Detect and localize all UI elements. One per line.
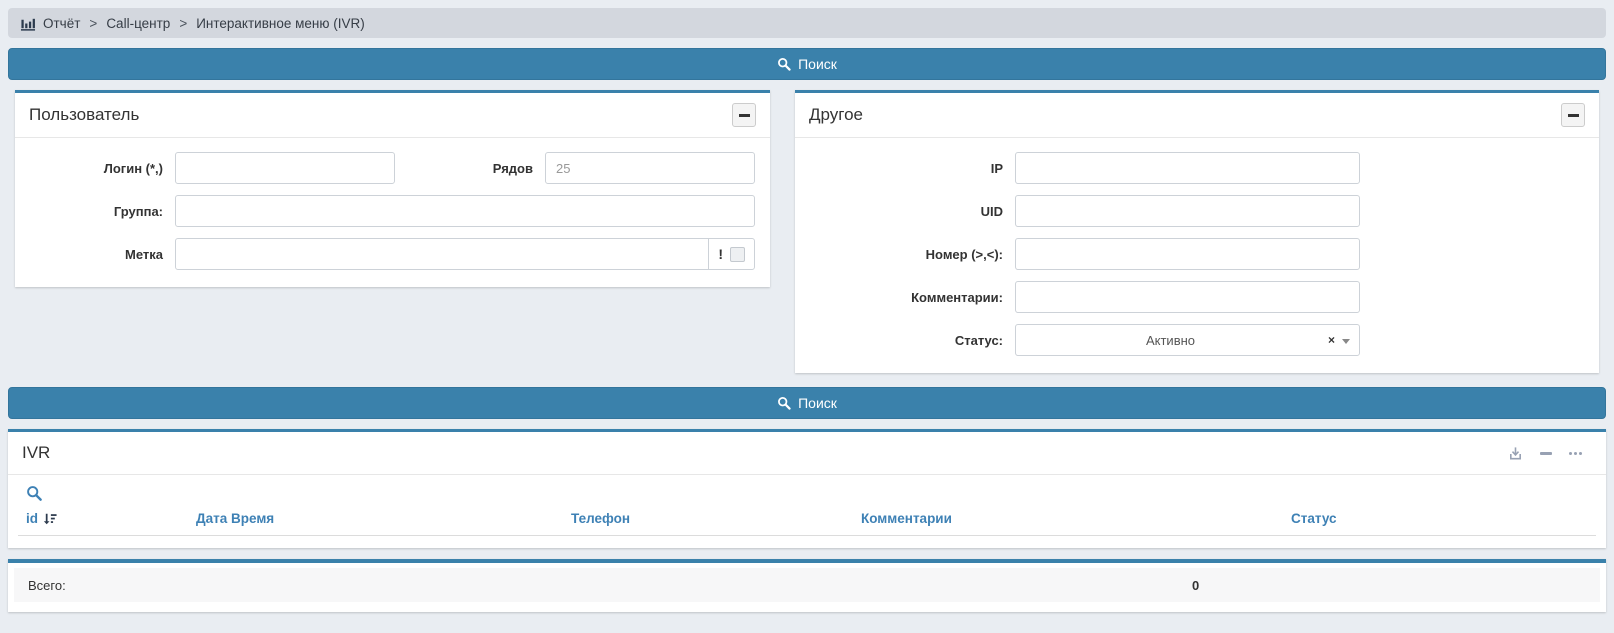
- clear-icon[interactable]: ×: [1325, 333, 1338, 347]
- column-header-datetime[interactable]: Дата Время: [188, 506, 563, 536]
- column-header-label: Комментарии: [861, 511, 952, 526]
- minus-icon: [1540, 452, 1552, 455]
- login-label: Логин (*,): [30, 161, 175, 176]
- user-panel-collapse-button[interactable]: [732, 103, 756, 127]
- ivr-panel: IVR: [8, 429, 1606, 548]
- breadcrumb: Отчёт > Call-центр > Интерактивное меню …: [8, 8, 1606, 38]
- login-row: Логин (*,) Рядов: [30, 152, 755, 184]
- export-button[interactable]: [1508, 446, 1523, 461]
- search-button-label: Поиск: [798, 395, 837, 411]
- column-header-label: id: [26, 511, 38, 526]
- tag-input-group: !: [175, 238, 755, 270]
- minus-icon: [739, 114, 750, 117]
- sort-icon: [43, 512, 57, 526]
- breadcrumb-item-report[interactable]: Отчёт: [43, 16, 80, 31]
- tag-input[interactable]: [176, 239, 708, 269]
- table-empty-body: [18, 536, 1596, 548]
- comments-label: Комментарии:: [810, 290, 1015, 305]
- login-input[interactable]: [175, 152, 395, 184]
- minus-icon: [1568, 114, 1579, 117]
- search-icon: [777, 57, 791, 71]
- comments-input[interactable]: [1015, 281, 1360, 313]
- tag-label: Метка: [30, 247, 175, 262]
- column-header-comments[interactable]: Комментарии: [853, 506, 1283, 536]
- breadcrumb-item-ivr[interactable]: Интерактивное меню (IVR): [196, 16, 365, 31]
- user-panel-header: Пользователь: [15, 93, 770, 138]
- group-input[interactable]: [175, 195, 755, 227]
- other-panel-title: Другое: [809, 105, 863, 125]
- search-button-top[interactable]: Поиск: [8, 48, 1606, 80]
- breadcrumb-item-callcenter[interactable]: Call-центр: [106, 16, 170, 31]
- column-header-label: Дата Время: [196, 511, 274, 526]
- column-header-id[interactable]: id: [18, 506, 188, 536]
- tag-exclude-checkbox[interactable]: [730, 247, 745, 262]
- uid-input[interactable]: [1015, 195, 1360, 227]
- other-panel-header: Другое: [795, 93, 1599, 138]
- ivr-panel-collapse-button[interactable]: [1540, 452, 1552, 455]
- other-panel-body: IP UID Номер (>,<): Комментарии: Статус:: [795, 138, 1599, 373]
- number-row: Номер (>,<):: [810, 238, 1584, 270]
- column-header-status[interactable]: Статус: [1283, 506, 1596, 536]
- group-row: Группа:: [30, 195, 755, 227]
- ellipsis-icon: [1569, 452, 1582, 455]
- bar-chart-icon: [20, 16, 36, 31]
- ivr-panel-tools: [1508, 446, 1592, 461]
- chevron-down-icon: [1342, 339, 1350, 344]
- totals-panel: Всего: 0: [8, 559, 1606, 612]
- totals-row: Всего: 0: [14, 568, 1600, 602]
- ivr-panel-body: id: [8, 475, 1606, 548]
- comments-row: Комментарии:: [810, 281, 1584, 313]
- search-button-label: Поиск: [798, 56, 837, 72]
- ip-row: IP: [810, 152, 1584, 184]
- search-button-bottom[interactable]: Поиск: [8, 387, 1606, 419]
- column-header-phone[interactable]: Телефон: [563, 506, 853, 536]
- other-panel-collapse-button[interactable]: [1561, 103, 1585, 127]
- number-label: Номер (>,<):: [810, 247, 1015, 262]
- user-panel-title: Пользователь: [29, 105, 139, 125]
- page: Отчёт > Call-центр > Интерактивное меню …: [0, 0, 1614, 620]
- uid-label: UID: [810, 204, 1015, 219]
- ivr-table: id: [18, 506, 1596, 536]
- rows-input[interactable]: [545, 152, 755, 184]
- search-icon: [777, 396, 791, 410]
- filter-panels: Пользователь Логин (*,) Рядов Группа: М: [8, 90, 1606, 373]
- search-icon: [26, 485, 42, 501]
- status-selected-value: Активно: [1016, 333, 1325, 348]
- table-header-row: id: [18, 506, 1596, 536]
- ivr-panel-title: IVR: [22, 443, 50, 463]
- exclamation-icon: !: [718, 246, 723, 262]
- table-search-toggle[interactable]: [26, 485, 42, 504]
- status-label: Статус:: [810, 333, 1015, 348]
- tag-addon: !: [708, 239, 754, 269]
- status-select[interactable]: Активно ×: [1015, 324, 1360, 356]
- ip-input[interactable]: [1015, 152, 1360, 184]
- ip-label: IP: [810, 161, 1015, 176]
- totals-label: Всего:: [28, 578, 66, 593]
- breadcrumb-separator: >: [87, 16, 99, 31]
- user-panel-body: Логин (*,) Рядов Группа: Метка !: [15, 138, 770, 287]
- user-panel: Пользователь Логин (*,) Рядов Группа: М: [15, 90, 770, 287]
- column-header-label: Статус: [1291, 511, 1337, 526]
- breadcrumb-separator: >: [177, 16, 189, 31]
- number-input[interactable]: [1015, 238, 1360, 270]
- other-panel: Другое IP UID Номер (>,<):: [795, 90, 1599, 373]
- rows-label: Рядов: [395, 161, 545, 176]
- uid-row: UID: [810, 195, 1584, 227]
- group-label: Группа:: [30, 204, 175, 219]
- export-icon: [1508, 446, 1523, 461]
- more-options-button[interactable]: [1569, 452, 1582, 455]
- status-row: Статус: Активно ×: [810, 324, 1584, 356]
- ivr-panel-header: IVR: [8, 432, 1606, 475]
- tag-row: Метка !: [30, 238, 755, 270]
- totals-value: 0: [1192, 578, 1199, 593]
- column-header-label: Телефон: [571, 511, 630, 526]
